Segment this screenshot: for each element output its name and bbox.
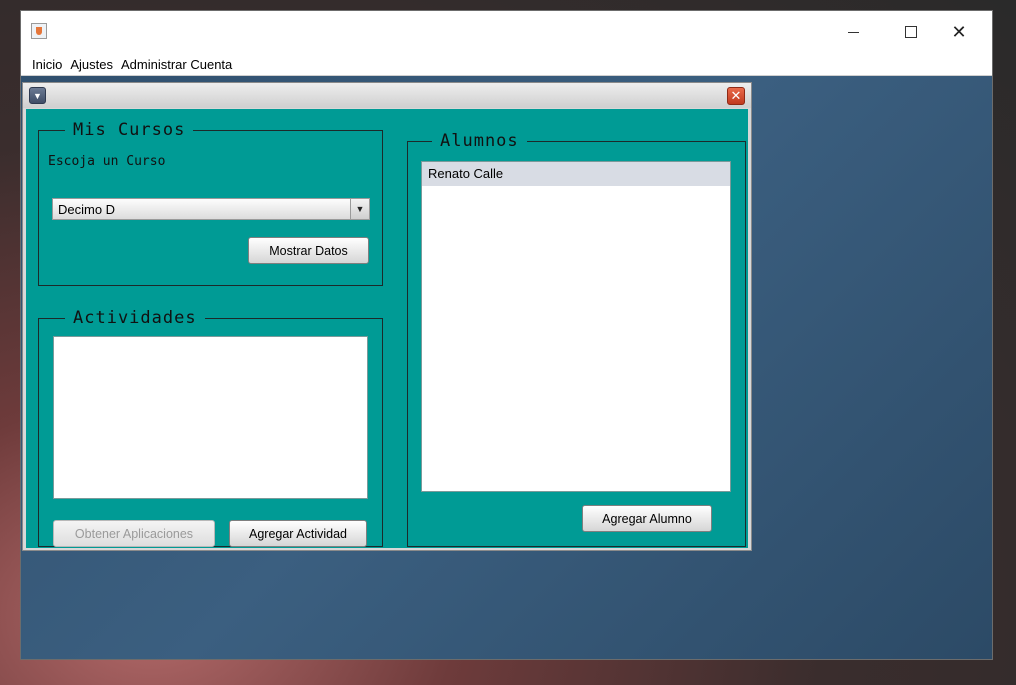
chevron-down-icon: ▼ (33, 90, 42, 101)
frame-content-panel: Mis Cursos Escoja un Curso Decimo D ▼ Mo… (26, 109, 748, 548)
get-applications-button[interactable]: Obtener Aplicaciones (53, 520, 215, 547)
list-item[interactable]: Renato Calle (422, 162, 730, 186)
courses-internal-frame: ▼ ✕ Mis Cursos Escoja un Curso Decimo D … (22, 82, 752, 551)
minimize-button[interactable] (830, 11, 876, 53)
close-window-button[interactable]: ✕ (936, 11, 982, 53)
minimize-icon (847, 31, 859, 33)
close-icon: ✕ (730, 88, 742, 104)
window-titlebar: ✕ (21, 11, 992, 53)
mis-cursos-title: Mis Cursos (65, 120, 194, 140)
students-list[interactable]: Renato Calle (421, 161, 731, 492)
show-data-button[interactable]: Mostrar Datos (248, 237, 369, 264)
course-select-value: Decimo D (58, 202, 116, 217)
alumnos-group: Alumnos Renato Calle Agregar Alumno (407, 131, 746, 547)
add-activity-button[interactable]: Agregar Actividad (229, 520, 367, 547)
main-window: ✕ Inicio Ajustes Administrar Cuenta ▼ ✕ … (20, 10, 993, 660)
actividades-title: Actividades (65, 308, 205, 328)
activities-list[interactable] (53, 336, 368, 499)
frame-close-button[interactable]: ✕ (727, 87, 745, 105)
maximize-button[interactable] (888, 11, 934, 53)
dropdown-arrow-icon[interactable]: ▼ (350, 199, 369, 219)
menu-ajustes[interactable]: Ajustes (69, 57, 114, 72)
add-student-button[interactable]: Agregar Alumno (582, 505, 712, 532)
frame-menu-button[interactable]: ▼ (29, 87, 46, 104)
mis-cursos-group: Mis Cursos Escoja un Curso Decimo D ▼ Mo… (38, 120, 383, 286)
menubar: Inicio Ajustes Administrar Cuenta (21, 53, 992, 76)
choose-course-label: Escoja un Curso (48, 154, 166, 169)
actividades-group: Actividades Obtener Aplicaciones Agregar… (38, 308, 383, 547)
maximize-icon (905, 26, 917, 38)
menu-administrar-cuenta[interactable]: Administrar Cuenta (120, 57, 233, 72)
close-icon: ✕ (951, 21, 967, 43)
java-app-icon (31, 23, 47, 39)
internal-frame-titlebar[interactable]: ▼ ✕ (23, 83, 751, 108)
menu-inicio[interactable]: Inicio (31, 57, 63, 72)
alumnos-title: Alumnos (432, 131, 527, 151)
course-select[interactable]: Decimo D ▼ (52, 198, 370, 220)
